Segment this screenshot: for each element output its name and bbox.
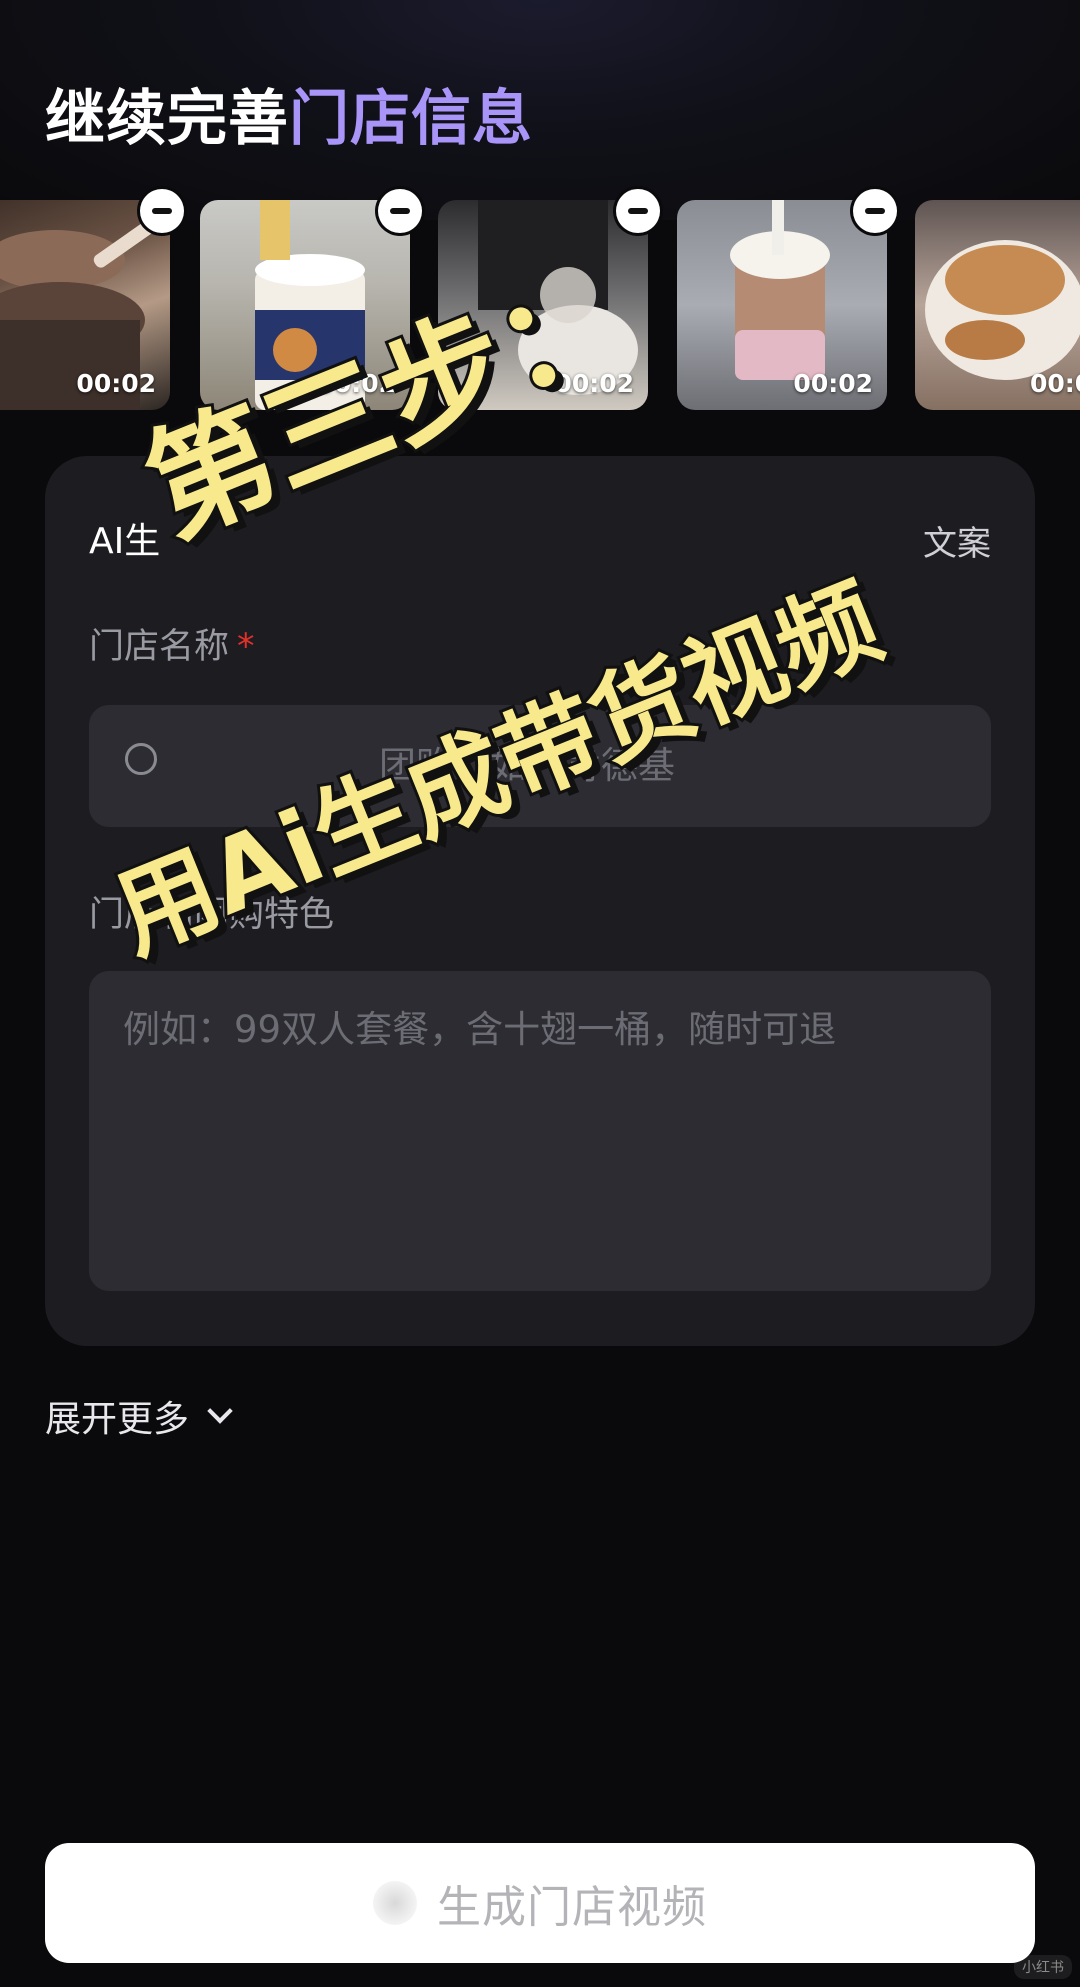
media-thumbnail[interactable]: 00:02 (0, 200, 170, 410)
card-action-link[interactable]: 文案 (923, 516, 991, 565)
search-icon (125, 743, 157, 775)
media-duration: 00:02 (793, 369, 873, 398)
page-title-part2: 门店信息 (289, 84, 533, 154)
page-title-part1: 继续完善 (45, 84, 289, 154)
generate-button-label: 生成门店视频 (437, 1882, 707, 1933)
required-mark: * (237, 627, 255, 667)
media-duration: 00:02 (1030, 369, 1080, 398)
chevron-down-icon (207, 1398, 233, 1424)
remove-media-button[interactable] (378, 189, 422, 233)
remove-media-button[interactable] (853, 189, 897, 233)
expand-more-label: 展开更多 (45, 1399, 190, 1440)
watermark: 小红书 (1014, 1955, 1072, 1979)
page-title: 继续完善门店信息 (45, 70, 533, 157)
remove-media-button[interactable] (140, 189, 184, 233)
loading-icon (373, 1881, 417, 1925)
store-name-label-text: 门店名称 (89, 627, 230, 667)
generate-store-video-button[interactable]: 生成门店视频 (45, 1843, 1035, 1963)
store-name-label: 门店名称 * (89, 618, 255, 669)
media-thumbnail[interactable]: 00:02 (915, 200, 1080, 410)
card-heading: AI生 (89, 521, 161, 562)
remove-media-button[interactable] (616, 189, 660, 233)
media-thumbnail[interactable]: 00:02 (677, 200, 887, 410)
expand-more-button[interactable]: 展开更多 (45, 1390, 233, 1442)
features-textarea[interactable]: 例如：99双人套餐，含十翅一桶，随时可退 (89, 971, 991, 1291)
features-placeholder: 例如：99双人套餐，含十翅一桶，随时可退 (123, 1008, 837, 1051)
